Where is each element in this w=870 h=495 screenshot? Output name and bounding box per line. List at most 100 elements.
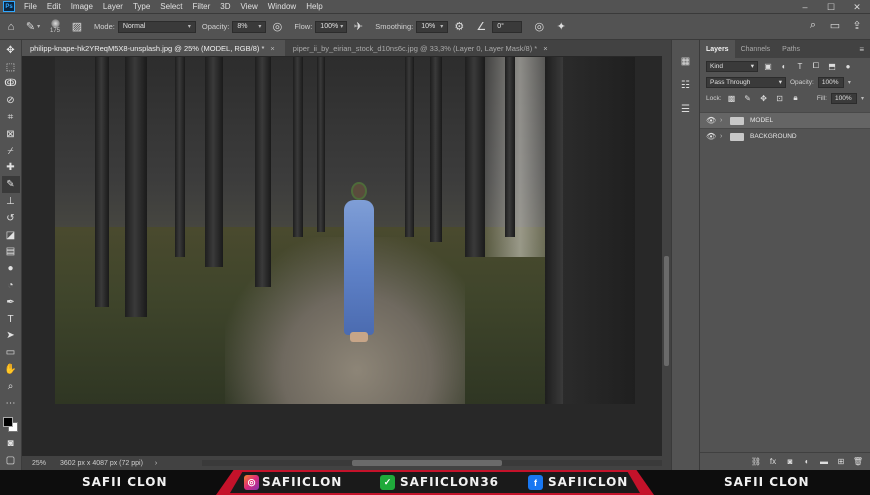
scroll-thumb[interactable] [664,256,669,366]
libraries-icon[interactable]: ▦ [677,52,695,70]
symmetry-icon[interactable]: ✦ [550,16,572,38]
menu-3d[interactable]: 3D [215,2,235,11]
new-group-icon[interactable]: ▬ [818,457,830,466]
layer-opacity-input[interactable]: 100% [817,76,844,88]
lock-transparency-icon[interactable]: ▩ [726,94,738,103]
menu-edit[interactable]: Edit [42,2,66,11]
more-tools-icon[interactable]: ⋯ [2,395,20,412]
delete-layer-icon[interactable]: 🗑︎ [852,457,864,466]
share-icon[interactable]: ⇪ [848,16,866,34]
close-button[interactable]: ✕ [844,0,870,14]
screen-mode-icon[interactable]: ▢ [2,452,20,469]
chevron-right-icon[interactable]: › [720,133,730,140]
menu-view[interactable]: View [236,2,263,11]
brush-settings-icon[interactable]: ▨ [66,16,88,38]
foreground-color-swatch[interactable] [2,416,13,427]
properties-icon[interactable]: ☰ [677,100,695,118]
visibility-eye-icon[interactable]: 👁︎ [706,132,720,141]
opacity-input[interactable]: 8% ▾ [232,20,267,33]
pressure-opacity-icon[interactable]: ◎ [266,16,288,38]
document-tab[interactable]: piper_ii_by_eirian_stock_d10ns6c.jpg @ 3… [285,40,558,56]
scroll-thumb[interactable] [352,460,502,466]
menu-layer[interactable]: Layer [98,2,128,11]
canvas-area[interactable] [22,56,662,456]
quick-select-tool-icon[interactable]: ⊘ [2,92,20,109]
link-layers-icon[interactable]: ⛓ [750,457,762,466]
angle-input[interactable]: 0° [492,20,523,33]
rectangle-tool-icon[interactable]: ▭ [2,344,20,361]
eraser-tool-icon[interactable]: ◪ [2,227,20,244]
menu-select[interactable]: Select [155,2,187,11]
hand-tool-icon[interactable]: ✋ [2,361,20,378]
adjustments-icon[interactable]: ☷ [677,76,695,94]
menu-window[interactable]: Window [263,2,301,11]
tab-layers[interactable]: Layers [700,40,735,58]
chevron-right-icon[interactable]: › [155,460,157,467]
type-filter-icon[interactable]: T [794,62,806,71]
history-brush-tool-icon[interactable]: ↺ [2,210,20,227]
vertical-scrollbar[interactable] [662,56,671,456]
close-icon[interactable]: × [270,44,274,53]
maximize-button[interactable]: ☐ [818,0,844,14]
flow-input[interactable]: 100% ▾ [315,20,348,33]
menu-file[interactable]: File [19,2,42,11]
lasso-tool-icon[interactable]: ↂ [2,76,20,93]
dodge-tool-icon[interactable]: ◔ [2,277,20,294]
pen-tool-icon[interactable]: ✒ [2,294,20,311]
horizontal-scrollbar[interactable] [202,460,662,466]
panel-menu-icon[interactable]: ≡ [859,40,870,58]
smoothing-options-gear-icon[interactable]: ⚙ [448,16,470,38]
document-image[interactable] [55,57,635,404]
filter-toggle-icon[interactable]: ● [842,62,854,71]
chevron-down-icon[interactable]: ▾ [861,95,864,102]
move-tool-icon[interactable]: ✥ [2,42,20,59]
lock-all-icon[interactable]: 🔒︎ [790,93,802,103]
path-selection-tool-icon[interactable]: ➤ [2,328,20,345]
layer-row-background[interactable]: 👁︎ › BACKGROUND [700,128,870,144]
adjustment-filter-icon[interactable]: ◐ [778,62,790,71]
brush-tool-icon[interactable]: ✎ [1,176,20,194]
zoom-tool-icon[interactable]: ⌕ [2,378,20,395]
marquee-tool-icon[interactable]: ⬚ [2,59,20,76]
smoothing-input[interactable]: 10% ▾ [416,20,449,33]
pressure-size-icon[interactable]: ◎ [528,16,550,38]
frame-tool-icon[interactable]: ⊠ [2,126,20,143]
chevron-down-icon[interactable]: ▾ [848,79,851,86]
menu-help[interactable]: Help [301,2,327,11]
fill-input[interactable]: 100% [830,92,857,104]
eyedropper-tool-icon[interactable]: ⌿ [2,143,20,160]
filter-kind-select[interactable]: Kind ▾ [706,60,758,72]
brush-tool-icon[interactable]: ✎ ▾ [22,16,44,38]
smart-object-filter-icon[interactable]: ⬒ [826,62,838,71]
type-tool-icon[interactable]: T [2,311,20,328]
menu-image[interactable]: Image [66,2,98,11]
layer-mask-icon[interactable]: ◙ [784,457,796,466]
close-icon[interactable]: × [543,44,547,53]
menu-filter[interactable]: Filter [188,2,216,11]
blend-mode-select[interactable]: Pass Through ▾ [706,76,786,88]
adjustment-layer-icon[interactable]: ◐ [801,457,813,466]
chevron-right-icon[interactable]: › [720,117,730,124]
workspace-icon[interactable]: ▭ [826,16,844,34]
pixel-filter-icon[interactable]: ▣ [762,62,774,71]
lock-pixels-icon[interactable]: ✎ [742,94,754,103]
tab-channels[interactable]: Channels [735,40,777,58]
minimize-button[interactable]: – [792,0,818,14]
airbrush-icon[interactable]: ✈ [347,16,369,38]
healing-brush-tool-icon[interactable]: ✚ [2,160,20,177]
quick-mask-icon[interactable]: ◙ [2,436,20,453]
fx-icon[interactable]: fx [767,457,779,466]
home-icon[interactable]: ⌂ [0,16,22,38]
brush-preset-picker[interactable]: 175 [44,15,66,39]
layer-row-model[interactable]: 👁︎ › MODEL [700,112,870,128]
zoom-level[interactable]: 25% [22,460,54,467]
lock-position-icon[interactable]: ✥ [758,94,770,103]
tab-paths[interactable]: Paths [776,40,806,58]
mode-select[interactable]: Normal ▾ [117,20,196,33]
shape-filter-icon[interactable]: ⧠ [810,61,822,71]
crop-tool-icon[interactable]: ⌗ [2,109,20,126]
search-icon[interactable]: ⌕ [804,16,822,34]
document-tab-active[interactable]: philipp-knape-hk2YReqM5X8-unsplash.jpg @… [22,40,285,56]
new-layer-icon[interactable]: ⊞ [835,457,847,466]
blur-tool-icon[interactable]: ● [2,260,20,277]
